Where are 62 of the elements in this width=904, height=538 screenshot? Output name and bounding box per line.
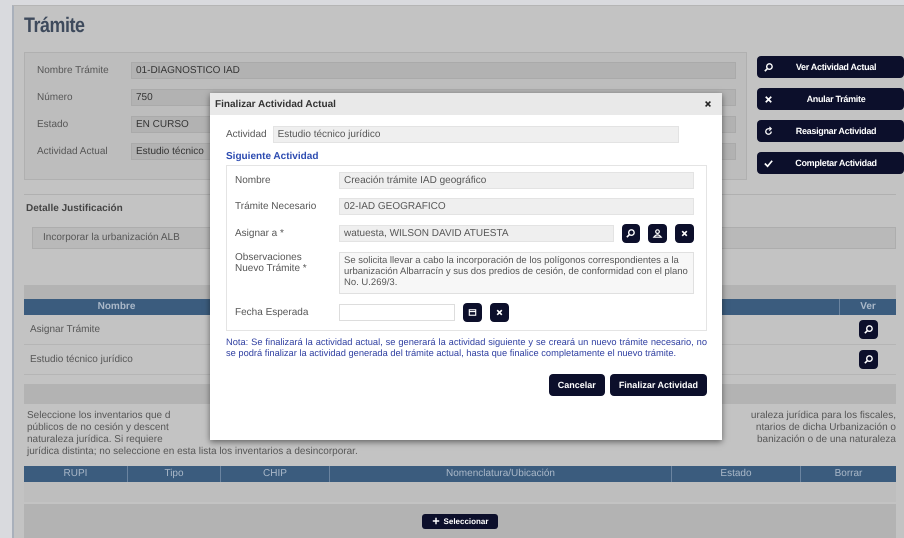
- calendar-icon: [467, 307, 478, 318]
- close-button[interactable]: [490, 303, 509, 322]
- close-icon: [679, 228, 690, 239]
- page-title: Trámite: [24, 13, 86, 39]
- section-label: Detalle Justificación: [26, 203, 123, 214]
- input-field[interactable]: watuesta, WILSON DAVID ATUESTA: [339, 225, 614, 242]
- field-label: Nombre Trámite: [37, 64, 110, 76]
- field-label: Nombre: [235, 175, 272, 186]
- text-area[interactable]: Se solicita llevar a cabo la incorporación de los polígonos correspondientes a la urbanización Albarracín y sus dos predios de cesión, de conformidad con el plano No. U.269/3.: [339, 252, 694, 294]
- search-icon: [625, 228, 636, 239]
- action-button[interactable]: Completar Actividad: [757, 152, 904, 174]
- field-label: Estado: [37, 118, 70, 130]
- instruction-text: públicos de no cesión y descent: [27, 422, 170, 434]
- date-field[interactable]: [339, 304, 455, 321]
- action-button[interactable]: Anular Trámite: [757, 88, 904, 110]
- close-icon: [494, 307, 505, 318]
- field-label: Actividad Actual: [37, 146, 109, 156]
- instruction-text: banización o de una naturaleza: [757, 434, 896, 446]
- note-text: Nota: Se finalizará la actividad actual, se generará la actividad siguiente y se creará un nuevo trámite necesario, no se podrá finalizar la actividad generada del trámite actual, hasta que finalice completamente el nuevo trámite.: [226, 337, 707, 359]
- search-icon: [862, 354, 874, 365]
- dialog-button[interactable]: Cancelar: [548, 374, 605, 396]
- field-label: Trámite Necesario: [235, 201, 318, 212]
- person-icon: [652, 228, 664, 239]
- field-label: Asignar a *: [235, 228, 285, 239]
- instruction-text: jurídica distinta; no seleccione en esta lista los inventarios a desincorporar.: [27, 446, 359, 458]
- action-button[interactable]: Reasignar Actividad: [757, 120, 904, 142]
- close-button[interactable]: [702, 98, 714, 110]
- table-cell: Asignar Trámite: [30, 324, 100, 335]
- view-button[interactable]: [858, 320, 878, 339]
- field-label: Observaciones Nuevo Trámite *: [235, 252, 308, 274]
- search-button[interactable]: [622, 224, 640, 243]
- plus-icon: [432, 517, 440, 525]
- field-label: Actividad: [226, 129, 267, 140]
- read-only-field: Creación trámite IAD geográfico: [339, 172, 694, 189]
- instruction-text: ntarios de dicha Urbanización o: [756, 422, 896, 434]
- dialog-button[interactable]: Finalizar Actividad: [610, 374, 707, 396]
- select-button[interactable]: Seleccionar: [422, 514, 498, 528]
- dialog-title: Finalizar Actividad Actual: [215, 98, 336, 110]
- section-title: Siguiente Actividad: [226, 151, 320, 162]
- instruction-text: Seleccione los inventarios que d: [27, 410, 170, 422]
- instruction-text: naturaleza jurídica. Si requiere: [27, 434, 164, 446]
- search-icon: [763, 62, 774, 72]
- person-button[interactable]: [648, 224, 668, 243]
- calendar-button[interactable]: [463, 303, 482, 322]
- field-label: Número: [37, 92, 74, 102]
- read-only-field: 02-IAD GEOGRAFICO: [339, 198, 694, 215]
- action-button[interactable]: Ver Actividad Actual: [757, 56, 904, 78]
- read-only-field: Estudio técnico jurídico: [272, 126, 679, 143]
- field-label: Fecha Esperada: [235, 307, 310, 318]
- view-button[interactable]: [858, 350, 878, 369]
- close-icon: [763, 94, 774, 104]
- read-only-field: 01-DIAGNOSTICO IAD: [131, 62, 736, 78]
- search-icon: [862, 324, 874, 335]
- instruction-text: uraleza jurídica para los fiscales,: [750, 410, 896, 422]
- column-header: Ver: [839, 299, 896, 315]
- column-header: Borrar: [834, 467, 864, 481]
- close-button[interactable]: [675, 224, 694, 243]
- check-icon: [763, 158, 774, 168]
- column-header: Nombre: [96, 300, 136, 314]
- refresh-icon: [763, 126, 774, 136]
- close-icon: [704, 100, 712, 108]
- table-cell: Estudio técnico jurídico: [30, 354, 133, 365]
